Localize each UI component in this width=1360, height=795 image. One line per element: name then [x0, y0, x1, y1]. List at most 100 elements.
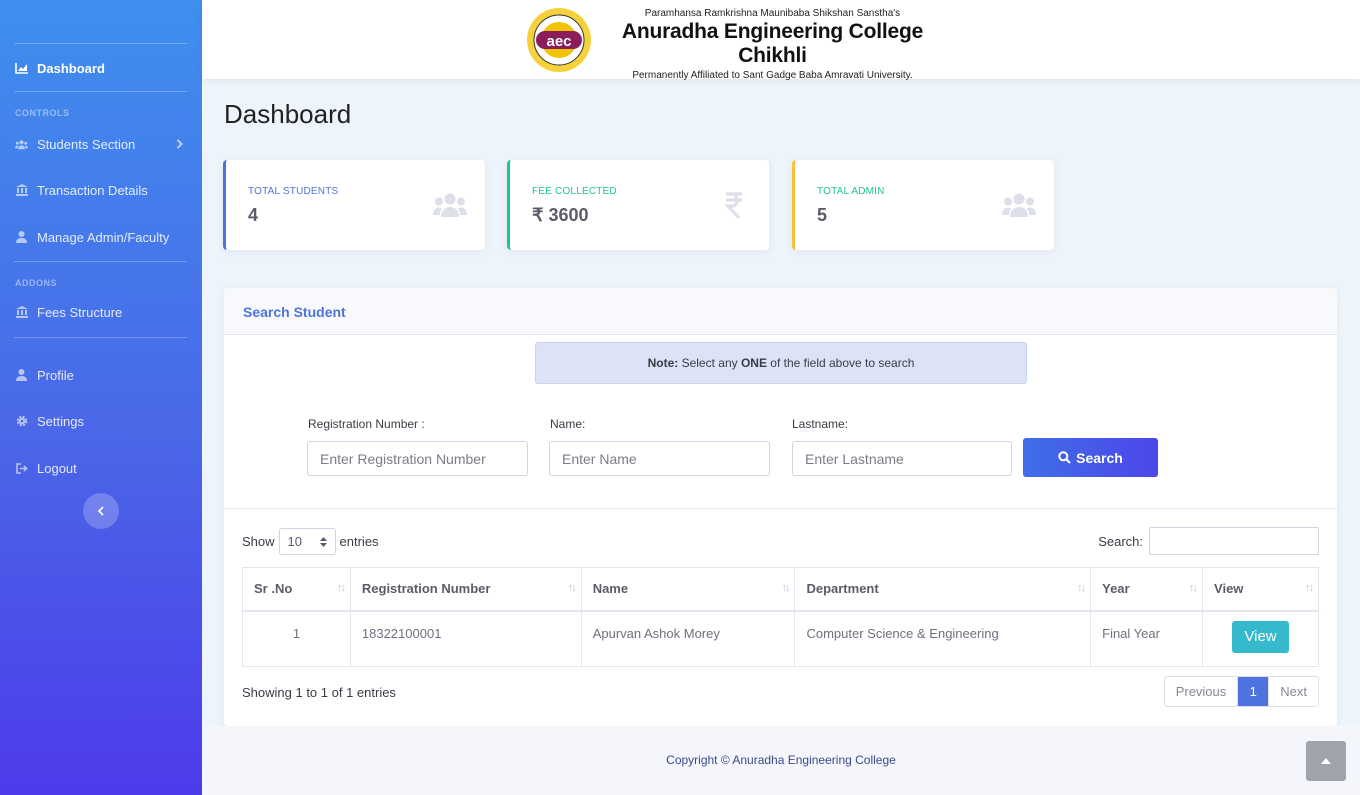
- chevron-up-icon: [1321, 758, 1331, 764]
- sidebar-toggle-button[interactable]: [83, 493, 119, 529]
- pagination-previous[interactable]: Previous: [1165, 677, 1239, 706]
- users-icon: [15, 138, 28, 151]
- name-label: Name:: [550, 417, 586, 431]
- bank-icon: [15, 306, 28, 319]
- chevron-left-icon: [97, 506, 104, 516]
- stat-card-total-admin: TOTAL ADMIN 5: [792, 160, 1054, 250]
- sidebar-item-students-section[interactable]: Students Section: [15, 132, 187, 156]
- sidebar-item-label: Students Section: [37, 136, 136, 152]
- students-table: Sr .No ↑↓ Registration Number ↑↓ Name ↑↓ De…: [242, 567, 1319, 667]
- stat-card-total-students: TOTAL STUDENTS 4: [223, 160, 485, 250]
- table-header-row: Sr .No ↑↓ Registration Number ↑↓ Name ↑↓ De…: [242, 567, 1319, 612]
- sign-out-icon: [15, 462, 28, 475]
- sidebar-divider: [14, 261, 187, 262]
- sidebar-heading-controls: CONTROLS: [15, 108, 70, 118]
- table-info: Showing 1 to 1 of 1 entries: [242, 685, 396, 700]
- search-button-label: Search: [1076, 449, 1123, 466]
- sidebar-item-label: Fees Structure: [37, 304, 123, 320]
- user-icon: [15, 369, 28, 382]
- sort-caret-icon: [319, 536, 327, 547]
- table-row: 1 18322100001 Apurvan Ashok Morey Comput…: [242, 610, 1319, 667]
- pagination-page-1[interactable]: 1: [1238, 677, 1270, 706]
- column-header-year[interactable]: Year ↑↓: [1090, 567, 1204, 612]
- pagination: Previous 1 Next: [1163, 676, 1319, 707]
- lastname-input[interactable]: [792, 441, 1012, 476]
- table-filter: Search:: [1098, 527, 1319, 555]
- college-title-block: Paramhansa Ramkrishna Maunibaba Shikshan…: [600, 8, 945, 81]
- cell-view: View: [1202, 610, 1319, 667]
- chevron-right-icon: [176, 137, 183, 152]
- cell-sr-no: 1: [242, 610, 351, 667]
- sort-icon: ↑↓: [1189, 582, 1198, 594]
- stat-card-value: ₹ 3600: [532, 205, 589, 225]
- registration-label: Registration Number :: [308, 417, 425, 431]
- sidebar-item-label: Profile: [37, 367, 74, 383]
- sidebar-item-profile[interactable]: Profile: [15, 363, 187, 387]
- sidebar-item-label: Transaction Details: [37, 182, 148, 198]
- sidebar-item-logout[interactable]: Logout: [15, 456, 187, 480]
- sidebar-divider: [14, 337, 187, 338]
- sidebar-divider: [14, 91, 187, 92]
- view-button[interactable]: View: [1232, 620, 1289, 653]
- pagination-next[interactable]: Next: [1269, 677, 1318, 706]
- stat-card-value: 5: [817, 205, 828, 225]
- note-bold: ONE: [740, 356, 767, 370]
- sidebar-item-label: Logout: [37, 460, 77, 476]
- panel-header: Search Student: [224, 288, 1337, 335]
- sidebar-item-manage-admin-faculty[interactable]: Manage Admin/Faculty: [15, 225, 187, 249]
- sort-icon: ↑↓: [336, 582, 346, 594]
- column-header-sr-no[interactable]: Sr .No ↑↓: [242, 567, 351, 612]
- column-header-registration-number[interactable]: Registration Number ↑↓: [349, 567, 582, 612]
- filter-label: Search:: [1098, 533, 1143, 549]
- college-logo: aec: [522, 6, 596, 74]
- column-header-view[interactable]: View ↑↓: [1202, 567, 1319, 612]
- footer-copyright: Copyright © Anuradha Engineering College: [666, 753, 896, 767]
- users-icon: [1002, 190, 1036, 220]
- column-header-name[interactable]: Name ↑↓: [580, 567, 796, 612]
- cell-department: Computer Science & Engineering: [794, 610, 1092, 667]
- registration-number-input[interactable]: [307, 441, 528, 476]
- chart-area-icon: [15, 62, 28, 75]
- stat-card-label: FEE COLLECTED: [532, 186, 617, 197]
- sidebar: Dashboard CONTROLS Students Section Tran…: [0, 0, 202, 795]
- sort-icon: ↑↓: [567, 582, 577, 594]
- stat-card-fee-collected: FEE COLLECTED ₹ 3600: [507, 160, 769, 250]
- sidebar-item-fees-structure[interactable]: Fees Structure: [15, 300, 187, 324]
- scroll-to-top-button[interactable]: [1306, 741, 1346, 781]
- sidebar-divider: [14, 43, 187, 44]
- search-note: Note: Select any ONE of the field above …: [535, 342, 1027, 384]
- cell-name: Apurvan Ashok Morey: [580, 610, 796, 667]
- sidebar-item-transaction-details[interactable]: Transaction Details: [15, 178, 187, 202]
- gear-icon: [15, 415, 28, 428]
- sidebar-item-settings[interactable]: Settings: [15, 409, 187, 433]
- user-icon: [15, 231, 28, 244]
- page-title: Dashboard: [224, 99, 352, 129]
- college-name: Anuradha Engineering College Chikhli: [621, 20, 924, 67]
- sort-icon: ↑↓: [1077, 582, 1086, 594]
- stat-card-value: 4: [248, 205, 259, 225]
- lastname-label: Lastname:: [792, 417, 849, 431]
- cell-year: Final Year: [1090, 610, 1204, 667]
- note-suffix: of the field above to search: [766, 356, 915, 370]
- search-icon: [1058, 451, 1071, 464]
- sidebar-heading-addons: ADDONS: [15, 278, 58, 288]
- show-label: Show: [242, 534, 275, 549]
- name-input[interactable]: [549, 441, 770, 476]
- page-length-select[interactable]: 10: [278, 528, 336, 555]
- stat-card-label: TOTAL ADMIN: [817, 186, 885, 197]
- affiliation-text: Permanently Affiliated to Sant Gadge Bab…: [632, 70, 913, 81]
- sidebar-item-label: Manage Admin/Faculty: [37, 229, 170, 245]
- note-middle: Select any: [678, 356, 741, 370]
- column-header-department[interactable]: Department ↑↓: [794, 567, 1092, 612]
- note-prefix: Note:: [647, 356, 679, 370]
- search-button[interactable]: Search: [1023, 438, 1158, 477]
- sort-icon: ↑↓: [781, 582, 790, 594]
- users-icon: [433, 190, 467, 220]
- logo-text: aec: [546, 33, 571, 50]
- panel-title: Search Student: [243, 304, 346, 320]
- sidebar-item-dashboard[interactable]: Dashboard: [15, 56, 187, 80]
- table-search-input[interactable]: [1149, 527, 1319, 555]
- rupee-icon: [717, 190, 751, 220]
- bank-icon: [15, 184, 28, 197]
- page-length-control: Show 10 entries: [242, 528, 379, 555]
